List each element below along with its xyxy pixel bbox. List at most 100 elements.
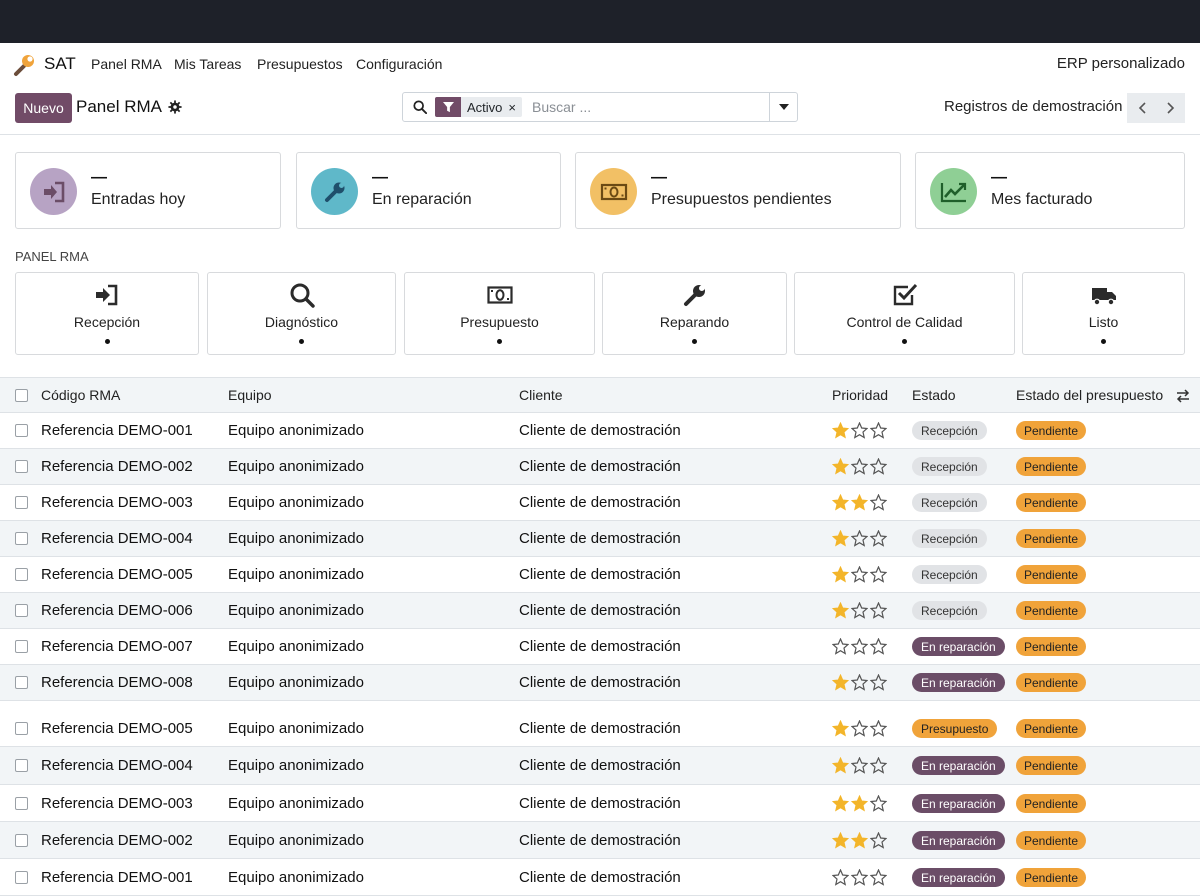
kpi-presupuestos-pendientes[interactable]: — Presupuestos pendientes (575, 152, 901, 229)
column-prioridad[interactable]: Prioridad (832, 387, 888, 403)
table-row[interactable]: Referencia DEMO-003 Equipo anonimizado Cli… (0, 785, 1200, 822)
star-filled-icon[interactable] (832, 602, 849, 619)
star-empty-icon[interactable] (870, 638, 887, 655)
star-empty-icon[interactable] (832, 638, 849, 655)
star-empty-icon[interactable] (851, 757, 868, 774)
menu-panel-rma[interactable]: Panel RMA (91, 56, 162, 72)
star-empty-icon[interactable] (851, 720, 868, 737)
star-empty-icon[interactable] (870, 674, 887, 691)
star-filled-icon[interactable] (832, 674, 849, 691)
row-checkbox[interactable] (15, 460, 28, 473)
priority-stars[interactable] (832, 832, 887, 849)
star-empty-icon[interactable] (870, 795, 887, 812)
company-switcher[interactable]: ERP personalizado (1057, 55, 1185, 72)
kpi-mes-facturado[interactable]: — Mes facturado (915, 152, 1185, 229)
row-checkbox[interactable] (15, 532, 28, 545)
menu-presupuestos[interactable]: Presupuestos (257, 56, 343, 72)
star-filled-icon[interactable] (832, 795, 849, 812)
priority-stars[interactable] (832, 458, 887, 475)
menu-mis-tareas[interactable]: Mis Tareas (174, 56, 241, 72)
star-filled-icon[interactable] (832, 832, 849, 849)
menu-configuracion[interactable]: Configuración (356, 56, 442, 72)
star-empty-icon[interactable] (870, 458, 887, 475)
star-filled-icon[interactable] (832, 757, 849, 774)
star-filled-icon[interactable] (832, 494, 849, 511)
stage-diagnostico[interactable]: Diagnóstico (207, 272, 396, 355)
star-empty-icon[interactable] (851, 530, 868, 547)
stage-recepcion[interactable]: Recepción (15, 272, 199, 355)
star-empty-icon[interactable] (851, 602, 868, 619)
table-row[interactable]: Referencia DEMO-007 Equipo anonimizado Cli… (0, 629, 1200, 665)
column-settings-icon[interactable] (1176, 389, 1190, 403)
row-checkbox[interactable] (15, 676, 28, 689)
star-filled-icon[interactable] (851, 832, 868, 849)
column-equipo[interactable]: Equipo (228, 387, 272, 403)
table-row[interactable]: Referencia DEMO-004 Equipo anonimizado Cli… (0, 521, 1200, 557)
star-filled-icon[interactable] (832, 720, 849, 737)
star-empty-icon[interactable] (851, 638, 868, 655)
row-checkbox[interactable] (15, 496, 28, 509)
kpi-en-reparacion[interactable]: — En reparación (296, 152, 561, 229)
star-filled-icon[interactable] (832, 458, 849, 475)
select-all-checkbox[interactable] (15, 389, 28, 402)
search-input[interactable] (532, 99, 762, 115)
search-options-toggle[interactable] (769, 93, 797, 121)
row-checkbox[interactable] (15, 797, 28, 810)
star-empty-icon[interactable] (870, 422, 887, 439)
facet-remove-icon[interactable]: × (508, 100, 522, 115)
star-empty-icon[interactable] (870, 757, 887, 774)
star-empty-icon[interactable] (851, 869, 868, 886)
table-row[interactable]: Referencia DEMO-003 Equipo anonimizado Cli… (0, 485, 1200, 521)
table-row[interactable]: Referencia DEMO-004 Equipo anonimizado Cli… (0, 747, 1200, 785)
table-row[interactable]: Referencia DEMO-001 Equipo anonimizado Cli… (0, 413, 1200, 449)
priority-stars[interactable] (832, 757, 887, 774)
star-empty-icon[interactable] (870, 869, 887, 886)
app-name[interactable]: SAT (44, 54, 76, 74)
star-filled-icon[interactable] (851, 795, 868, 812)
stage-control-calidad[interactable]: Control de Calidad (794, 272, 1015, 355)
star-filled-icon[interactable] (832, 566, 849, 583)
column-estado[interactable]: Estado (912, 387, 956, 403)
star-empty-icon[interactable] (870, 832, 887, 849)
row-checkbox[interactable] (15, 834, 28, 847)
column-estado-presupuesto[interactable]: Estado del presupuesto (1016, 387, 1163, 403)
wrench-app-icon[interactable] (12, 53, 36, 77)
table-row[interactable]: Referencia DEMO-005 Equipo anonimizado Cli… (0, 711, 1200, 747)
star-filled-icon[interactable] (851, 494, 868, 511)
star-empty-icon[interactable] (870, 530, 887, 547)
priority-stars[interactable] (832, 602, 887, 619)
priority-stars[interactable] (832, 795, 887, 812)
star-empty-icon[interactable] (870, 566, 887, 583)
pager-next-button[interactable] (1156, 93, 1185, 123)
column-cliente[interactable]: Cliente (519, 387, 563, 403)
star-empty-icon[interactable] (851, 674, 868, 691)
star-empty-icon[interactable] (870, 720, 887, 737)
new-button[interactable]: Nuevo (15, 93, 72, 123)
priority-stars[interactable] (832, 422, 887, 439)
row-checkbox[interactable] (15, 759, 28, 772)
priority-stars[interactable] (832, 530, 887, 547)
table-row[interactable]: Referencia DEMO-002 Equipo anonimizado Cli… (0, 449, 1200, 485)
priority-stars[interactable] (832, 869, 887, 886)
star-empty-icon[interactable] (870, 602, 887, 619)
row-checkbox[interactable] (15, 568, 28, 581)
priority-stars[interactable] (832, 566, 887, 583)
table-row[interactable]: Referencia DEMO-006 Equipo anonimizado Cli… (0, 593, 1200, 629)
gear-icon[interactable] (168, 100, 182, 114)
row-checkbox[interactable] (15, 640, 28, 653)
row-checkbox[interactable] (15, 604, 28, 617)
table-row[interactable]: Referencia DEMO-002 Equipo anonimizado Cli… (0, 822, 1200, 859)
star-empty-icon[interactable] (870, 494, 887, 511)
star-empty-icon[interactable] (832, 869, 849, 886)
stage-reparando[interactable]: Reparando (602, 272, 787, 355)
pager-previous-button[interactable] (1127, 93, 1156, 123)
row-checkbox[interactable] (15, 722, 28, 735)
priority-stars[interactable] (832, 638, 887, 655)
table-row[interactable]: Referencia DEMO-001 Equipo anonimizado Cli… (0, 859, 1200, 896)
row-checkbox[interactable] (15, 871, 28, 884)
star-empty-icon[interactable] (851, 422, 868, 439)
star-filled-icon[interactable] (832, 422, 849, 439)
kpi-entradas-hoy[interactable]: — Entradas hoy (15, 152, 281, 229)
priority-stars[interactable] (832, 720, 887, 737)
star-empty-icon[interactable] (851, 566, 868, 583)
